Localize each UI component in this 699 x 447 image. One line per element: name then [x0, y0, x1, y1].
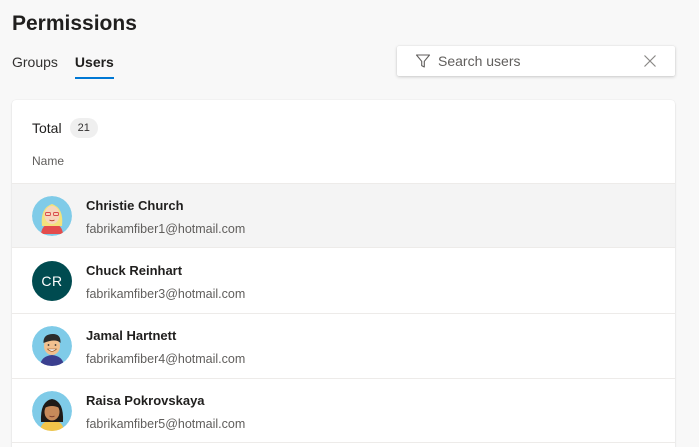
filter-icon [415, 53, 431, 69]
search-input[interactable] [438, 53, 638, 69]
avatar [32, 196, 72, 236]
user-email: fabrikamfiber1@hotmail.com [86, 222, 246, 236]
user-email: fabrikamfiber4@hotmail.com [86, 352, 246, 366]
user-row[interactable]: CR Chuck Reinhart fabrikamfiber3@hotmail… [12, 248, 675, 314]
user-name: Chuck Reinhart [86, 263, 183, 278]
user-name: Raisa Pokrovskaya [86, 393, 205, 408]
avatar: CR [32, 261, 72, 301]
column-header-name[interactable]: Name [32, 154, 64, 168]
avatar [32, 391, 72, 431]
users-card: Total 21 Name Christie Church fabrikamfi… [12, 100, 675, 447]
user-list: Christie Church fabrikamfiber1@hotmail.c… [12, 183, 675, 443]
tab-groups[interactable]: Groups [12, 54, 58, 79]
user-name: Christie Church [86, 198, 184, 213]
user-row[interactable]: Raisa Pokrovskaya fabrikamfiber5@hotmail… [12, 379, 675, 443]
page-title: Permissions [12, 12, 137, 35]
total-row: Total 21 [32, 118, 98, 138]
user-email: fabrikamfiber5@hotmail.com [86, 417, 246, 431]
user-row[interactable]: Christie Church fabrikamfiber1@hotmail.c… [12, 184, 675, 248]
total-count-badge: 21 [69, 118, 98, 138]
search-box [397, 46, 675, 76]
avatar [32, 326, 72, 366]
close-icon[interactable] [643, 54, 657, 68]
tab-users[interactable]: Users [74, 54, 114, 79]
tab-bar: Groups Users [12, 54, 131, 79]
total-label: Total [32, 120, 62, 136]
user-row[interactable]: Jamal Hartnett fabrikamfiber4@hotmail.co… [12, 314, 675, 379]
user-email: fabrikamfiber3@hotmail.com [86, 287, 246, 301]
user-name: Jamal Hartnett [86, 328, 177, 343]
